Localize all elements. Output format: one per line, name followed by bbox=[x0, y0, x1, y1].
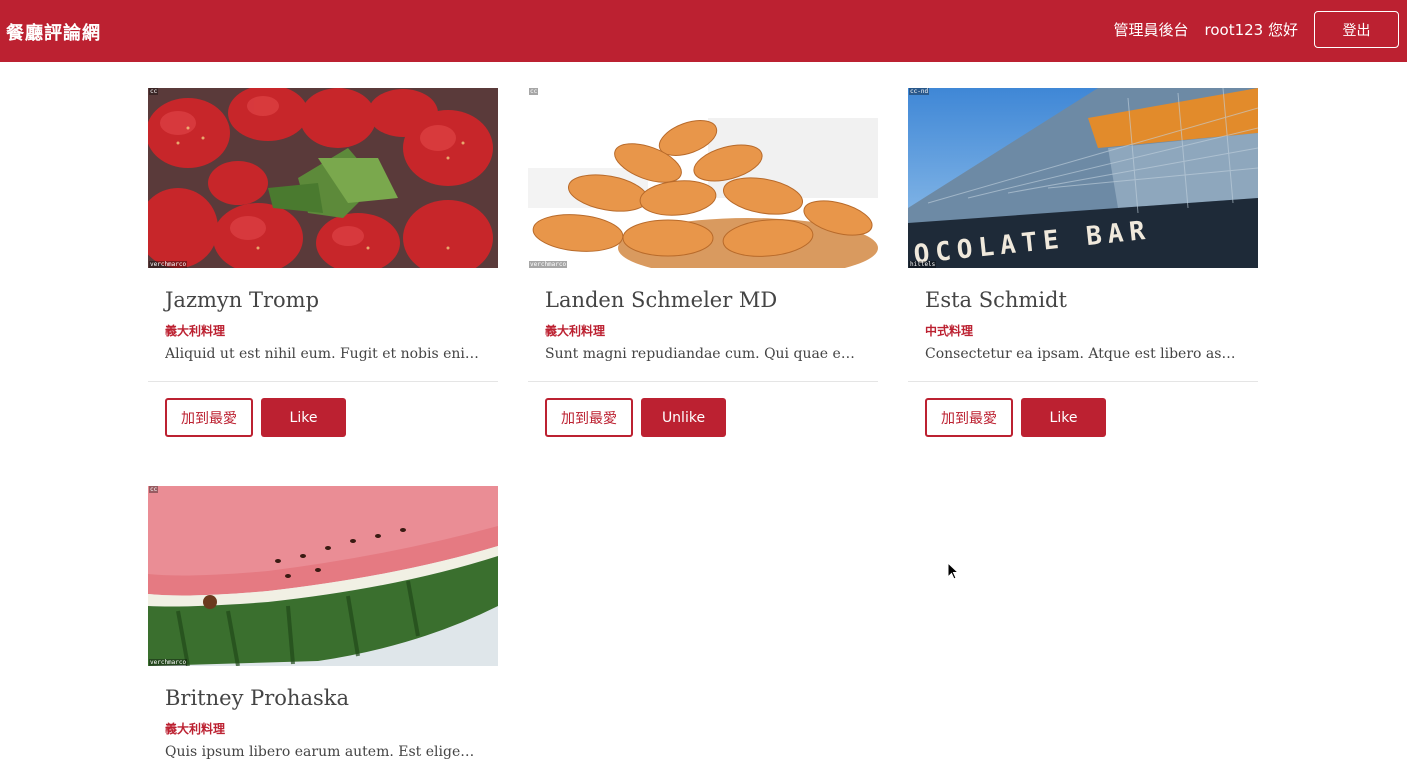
restaurant-name[interactable]: Jazmyn Tromp bbox=[165, 286, 481, 314]
card-body: Esta Schmidt 中式料理 Consectetur ea ipsam. … bbox=[908, 268, 1258, 362]
nav-right: 管理員後台 root123 您好 登出 bbox=[1114, 11, 1399, 48]
card-footer: 加到最愛 Unlike bbox=[528, 381, 878, 453]
restaurant-card: OCOLATE BAR cc-nd hillels Esta Schmidt 中… bbox=[908, 88, 1258, 453]
restaurant-card: cc verchmarco Landen Schmeler MD 義大利料理 S… bbox=[528, 88, 878, 453]
image-credit: hillels bbox=[909, 261, 937, 268]
logout-button[interactable]: 登出 bbox=[1314, 11, 1399, 48]
card-footer: 加到最愛 Like bbox=[148, 381, 498, 453]
restaurant-category: 義大利料理 bbox=[165, 324, 226, 338]
chocolate-bar-building-image: OCOLATE BAR bbox=[908, 88, 1258, 268]
image-license-tag: cc bbox=[529, 88, 539, 95]
watermelon-image bbox=[148, 486, 498, 666]
add-favorite-button[interactable]: 加到最愛 bbox=[165, 398, 253, 437]
card-body: Jazmyn Tromp 義大利料理 Aliquid ut est nihil … bbox=[148, 268, 498, 362]
image-credit: verchmarco bbox=[529, 261, 568, 268]
mouse-cursor-icon bbox=[947, 562, 959, 580]
brand-logo[interactable]: 餐廳評論網 bbox=[6, 19, 101, 45]
image-license-tag: cc bbox=[149, 88, 159, 95]
user-greeting: root123 您好 bbox=[1204, 21, 1298, 39]
image-license-tag: cc bbox=[149, 486, 159, 493]
restaurant-image[interactable]: cc verchmarco bbox=[148, 88, 498, 268]
restaurant-description: Quis ipsum libero earum autem. Est elige… bbox=[165, 744, 481, 760]
image-license-tag: cc-nd bbox=[909, 88, 930, 95]
restaurant-image[interactable]: cc verchmarco bbox=[148, 486, 498, 666]
add-favorite-button[interactable]: 加到最愛 bbox=[545, 398, 633, 437]
card-body: Landen Schmeler MD 義大利料理 Sunt magni repu… bbox=[528, 268, 878, 362]
almonds-image bbox=[528, 88, 878, 268]
card-body: Britney Prohaska 義大利料理 Quis ipsum libero… bbox=[148, 666, 498, 760]
card-footer: 加到最愛 Like bbox=[908, 381, 1258, 453]
image-credit: verchmarco bbox=[149, 659, 188, 666]
restaurant-category: 中式料理 bbox=[925, 324, 974, 338]
restaurant-name[interactable]: Britney Prohaska bbox=[165, 684, 481, 712]
restaurant-category: 義大利料理 bbox=[545, 324, 606, 338]
restaurant-image[interactable]: OCOLATE BAR cc-nd hillels bbox=[908, 88, 1258, 268]
restaurant-category: 義大利料理 bbox=[165, 722, 226, 736]
restaurant-description: Consectetur ea ipsam. Atque est libero a… bbox=[925, 346, 1241, 362]
add-favorite-button[interactable]: 加到最愛 bbox=[925, 398, 1013, 437]
restaurant-image[interactable]: cc verchmarco bbox=[528, 88, 878, 268]
like-button[interactable]: Like bbox=[261, 398, 346, 437]
restaurant-name[interactable]: Landen Schmeler MD bbox=[545, 286, 861, 314]
restaurant-name[interactable]: Esta Schmidt bbox=[925, 286, 1241, 314]
strawberries-image bbox=[148, 88, 498, 268]
restaurant-card: cc verchmarco Britney Prohaska 義大利料理 Qui… bbox=[148, 486, 498, 760]
image-credit: verchmarco bbox=[149, 261, 188, 268]
restaurant-description: Aliquid ut est nihil eum. Fugit et nobis… bbox=[165, 346, 481, 362]
unlike-button[interactable]: Unlike bbox=[641, 398, 726, 437]
navbar: 餐廳評論網 管理員後台 root123 您好 登出 bbox=[0, 0, 1407, 62]
restaurant-card: cc verchmarco Jazmyn Tromp 義大利料理 Aliquid… bbox=[148, 88, 498, 453]
like-button[interactable]: Like bbox=[1021, 398, 1106, 437]
admin-link[interactable]: 管理員後台 bbox=[1114, 19, 1189, 40]
restaurant-description: Sunt magni repudiandae cum. Qui quae ex … bbox=[545, 346, 861, 362]
